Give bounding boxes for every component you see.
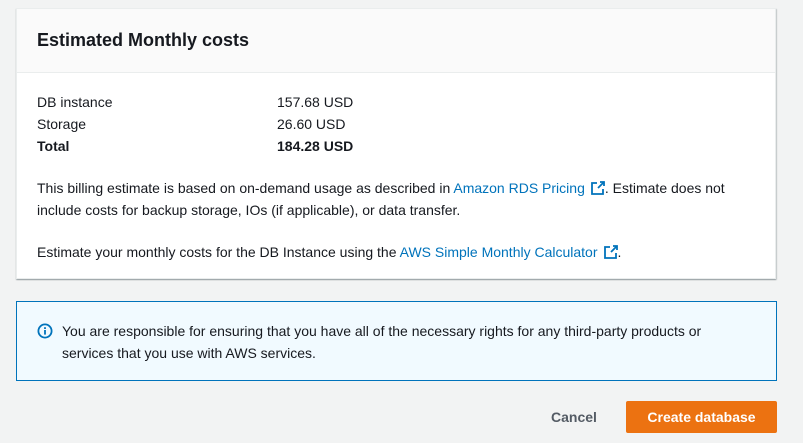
estimated-costs-panel: Estimated Monthly costs DB instance 157.… bbox=[16, 8, 776, 279]
cost-table: DB instance 157.68 USD Storage 26.60 USD… bbox=[37, 91, 353, 157]
cost-label: Storage bbox=[37, 116, 87, 132]
cost-value: 184.28 USD bbox=[277, 138, 354, 154]
rds-pricing-link[interactable]: Amazon RDS Pricing bbox=[453, 180, 605, 196]
cost-value: 157.68 USD bbox=[277, 94, 354, 110]
third-party-rights-alert: You are responsible for ensuring that yo… bbox=[16, 301, 777, 381]
estimated-costs-title: Estimated Monthly costs bbox=[37, 30, 250, 50]
cost-label: Total bbox=[37, 138, 70, 154]
calculator-note: Estimate your monthly costs for the DB I… bbox=[37, 241, 755, 263]
external-link-icon bbox=[603, 245, 618, 259]
cost-label: DB instance bbox=[37, 94, 113, 110]
monthly-calculator-link-label: AWS Simple Monthly Calculator bbox=[399, 244, 598, 260]
cost-value: 26.60 USD bbox=[277, 116, 346, 132]
cost-row-storage: Storage 26.60 USD bbox=[37, 113, 353, 135]
cost-row-db-instance: DB instance 157.68 USD bbox=[37, 91, 353, 113]
monthly-calculator-link[interactable]: AWS Simple Monthly Calculator bbox=[400, 244, 618, 260]
create-database-button[interactable]: Create database bbox=[626, 401, 777, 433]
info-icon bbox=[37, 323, 53, 339]
estimated-costs-header: Estimated Monthly costs bbox=[17, 9, 775, 73]
calculator-note-text-start: Estimate your monthly costs for the DB I… bbox=[37, 244, 400, 260]
billing-estimate-note: This billing estimate is based on on-dem… bbox=[37, 177, 755, 221]
calculator-note-text-end: . bbox=[617, 244, 622, 260]
estimated-costs-body: DB instance 157.68 USD Storage 26.60 USD… bbox=[17, 73, 775, 263]
cost-row-total: Total 184.28 USD bbox=[37, 135, 353, 157]
rds-pricing-link-label: Amazon RDS Pricing bbox=[453, 180, 585, 196]
external-link-icon bbox=[590, 181, 605, 195]
cancel-button[interactable]: Cancel bbox=[531, 401, 617, 433]
billing-note-text-start: This billing estimate is based on on-dem… bbox=[37, 180, 454, 196]
alert-message: You are responsible for ensuring that yo… bbox=[62, 323, 702, 361]
